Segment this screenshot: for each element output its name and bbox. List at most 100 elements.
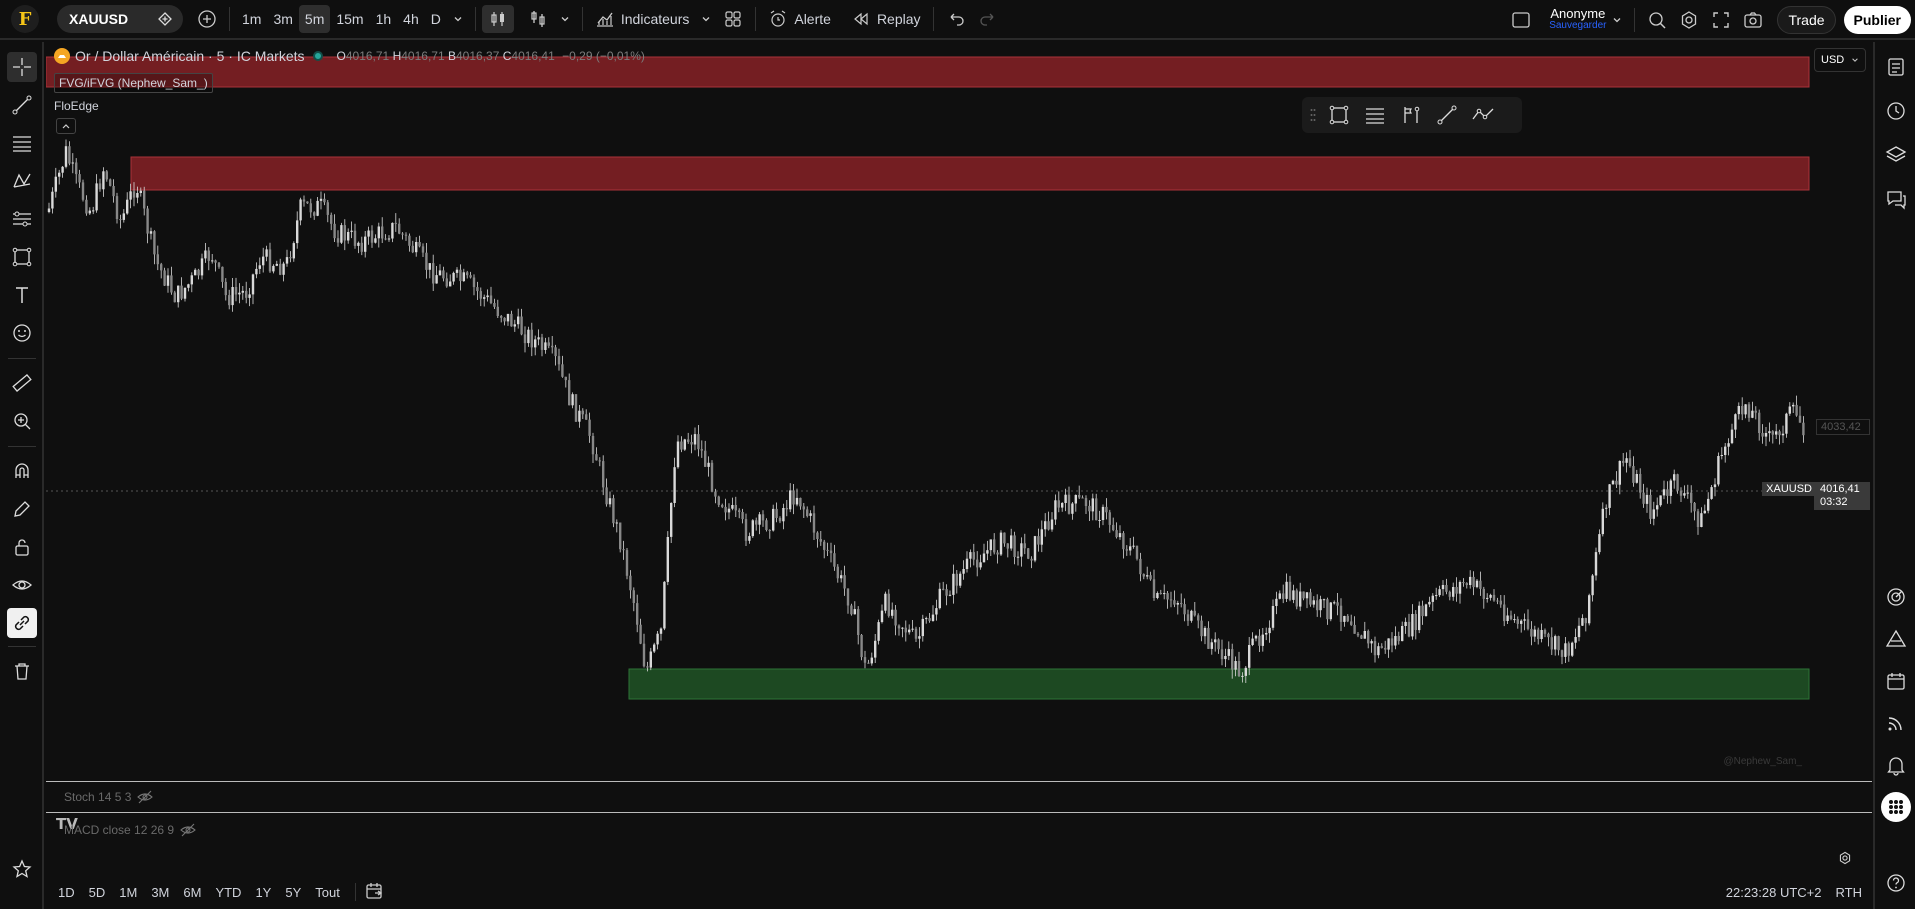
watchlist-star[interactable]: [7, 854, 37, 884]
user-dropdown[interactable]: [1606, 6, 1628, 34]
candle-body: [241, 290, 244, 293]
chart-area[interactable]: Or / Dollar Américain · 5 · IC Markets O…: [46, 42, 1872, 780]
candle-body: [727, 508, 731, 513]
range-1m[interactable]: 1M: [112, 885, 144, 900]
snapshot-button[interactable]: [1737, 6, 1769, 34]
stay-drawing-tool[interactable]: [7, 494, 37, 524]
drag-handle[interactable]: [1308, 100, 1318, 130]
pattern-tool[interactable]: [7, 166, 37, 196]
magnet-tool[interactable]: [7, 456, 37, 486]
square-icon: [1512, 12, 1530, 28]
range-all[interactable]: Tout: [308, 885, 347, 900]
float-position-tool[interactable]: [1396, 100, 1426, 130]
float-path-tool[interactable]: [1468, 100, 1498, 130]
publish-button[interactable]: Publier: [1843, 6, 1911, 34]
range-1y[interactable]: 1Y: [248, 885, 278, 900]
ruler-tool[interactable]: [7, 368, 37, 398]
float-fib-tool[interactable]: [1360, 100, 1390, 130]
sync-drawings-tool[interactable]: [7, 608, 37, 638]
range-ytd[interactable]: YTD: [208, 885, 248, 900]
collapse-indicators-button[interactable]: [56, 118, 76, 134]
candle-body: [942, 588, 945, 590]
float-rectangle-tool[interactable]: [1324, 100, 1354, 130]
goto-date-button[interactable]: [364, 881, 384, 904]
chart-title[interactable]: Or / Dollar Américain · 5 · IC Markets: [75, 48, 305, 64]
user-menu[interactable]: Anonyme Sauvegarder: [1549, 7, 1606, 32]
alerts-button[interactable]: [1881, 96, 1911, 126]
interval-3m[interactable]: 3m: [267, 5, 298, 33]
redo-button[interactable]: [972, 5, 1004, 33]
eye-hidden-icon[interactable]: [180, 823, 196, 837]
crosshair-tool[interactable]: [7, 52, 37, 82]
app-logo[interactable]: F: [11, 5, 39, 33]
apps-button[interactable]: [1881, 792, 1911, 822]
candles-button[interactable]: [481, 5, 514, 33]
interval-dropdown[interactable]: [447, 5, 469, 33]
zoom-tool[interactable]: [7, 406, 37, 436]
price-plot[interactable]: [46, 42, 1872, 780]
delete-tool[interactable]: [7, 656, 37, 686]
layout-button[interactable]: [717, 5, 749, 33]
range-6m[interactable]: 6M: [176, 885, 208, 900]
chat-button[interactable]: [1881, 184, 1911, 214]
session-toggle[interactable]: RTH: [1836, 885, 1862, 900]
calendar-button[interactable]: [1881, 666, 1911, 696]
candle-body: [1486, 597, 1489, 599]
alert-button[interactable]: Alerte: [762, 5, 837, 33]
watchlist-button[interactable]: [1881, 52, 1911, 82]
indicators-dropdown[interactable]: [695, 5, 717, 33]
range-5d[interactable]: 5D: [82, 885, 113, 900]
compare-button[interactable]: [191, 5, 223, 33]
target-button[interactable]: [1881, 582, 1911, 612]
fib-tool[interactable]: [7, 128, 37, 158]
candle-body: [234, 287, 238, 295]
forecast-tool[interactable]: [7, 204, 37, 234]
float-trendline-tool[interactable]: [1432, 100, 1462, 130]
symbol-add-icon[interactable]: [157, 11, 173, 27]
currency-selector[interactable]: USD: [1814, 48, 1866, 72]
candle-body: [92, 210, 95, 212]
interval-15m[interactable]: 15m: [330, 5, 369, 33]
shape-tool[interactable]: [7, 242, 37, 272]
range-1d[interactable]: 1D: [51, 885, 82, 900]
candle-body: [615, 522, 618, 524]
visibility-tool[interactable]: [7, 570, 37, 600]
news-button[interactable]: [1881, 708, 1911, 738]
symbol-search[interactable]: XAUUSD: [57, 5, 183, 33]
help-button[interactable]: [1881, 868, 1911, 898]
layout-toggle[interactable]: [1505, 6, 1537, 34]
interval-5m[interactable]: 5m: [298, 5, 331, 33]
undo-button[interactable]: [940, 5, 972, 33]
indicator-fvg-label[interactable]: FVG/iFVG (Nephew_Sam_): [54, 73, 213, 93]
lock-tool[interactable]: [7, 532, 37, 562]
range-5y[interactable]: 5Y: [278, 885, 308, 900]
interval-1m[interactable]: 1m: [236, 5, 267, 33]
eye-hidden-icon[interactable]: [137, 790, 154, 804]
replay-button[interactable]: Replay: [845, 5, 927, 33]
settings-button[interactable]: [1673, 6, 1705, 34]
quick-search-button[interactable]: [1641, 6, 1673, 34]
fullscreen-button[interactable]: [1705, 6, 1737, 34]
text-tool[interactable]: [7, 280, 37, 310]
object-tree-button[interactable]: [1881, 140, 1911, 170]
candle-body: [1737, 406, 1740, 415]
trendline-tool[interactable]: [7, 90, 37, 120]
chart-type-button[interactable]: [522, 5, 554, 33]
interval-1h[interactable]: 1h: [370, 5, 398, 33]
indicator-floedge-label[interactable]: FloEdge: [54, 99, 99, 113]
notifications-button[interactable]: [1881, 750, 1911, 780]
interval-d[interactable]: D: [425, 5, 447, 33]
trade-button[interactable]: Trade: [1777, 6, 1836, 34]
interval-4h[interactable]: 4h: [397, 5, 425, 33]
pane-settings-button[interactable]: [1838, 851, 1852, 868]
chart-type-dropdown[interactable]: [554, 5, 576, 33]
range-3m[interactable]: 3M: [144, 885, 176, 900]
stoch-pane[interactable]: Stoch 14 5 3: [46, 781, 1872, 812]
candle-body: [1465, 583, 1468, 585]
clock-time[interactable]: 22:23:28 UTC+2: [1726, 885, 1822, 900]
save-status[interactable]: Sauvegarder: [1549, 20, 1606, 32]
emoji-tool[interactable]: [7, 318, 37, 348]
macd-pane[interactable]: TV MACD close 12 26 9: [46, 812, 1872, 875]
ideas-button[interactable]: [1881, 624, 1911, 654]
indicators-button[interactable]: Indicateurs: [589, 5, 695, 33]
